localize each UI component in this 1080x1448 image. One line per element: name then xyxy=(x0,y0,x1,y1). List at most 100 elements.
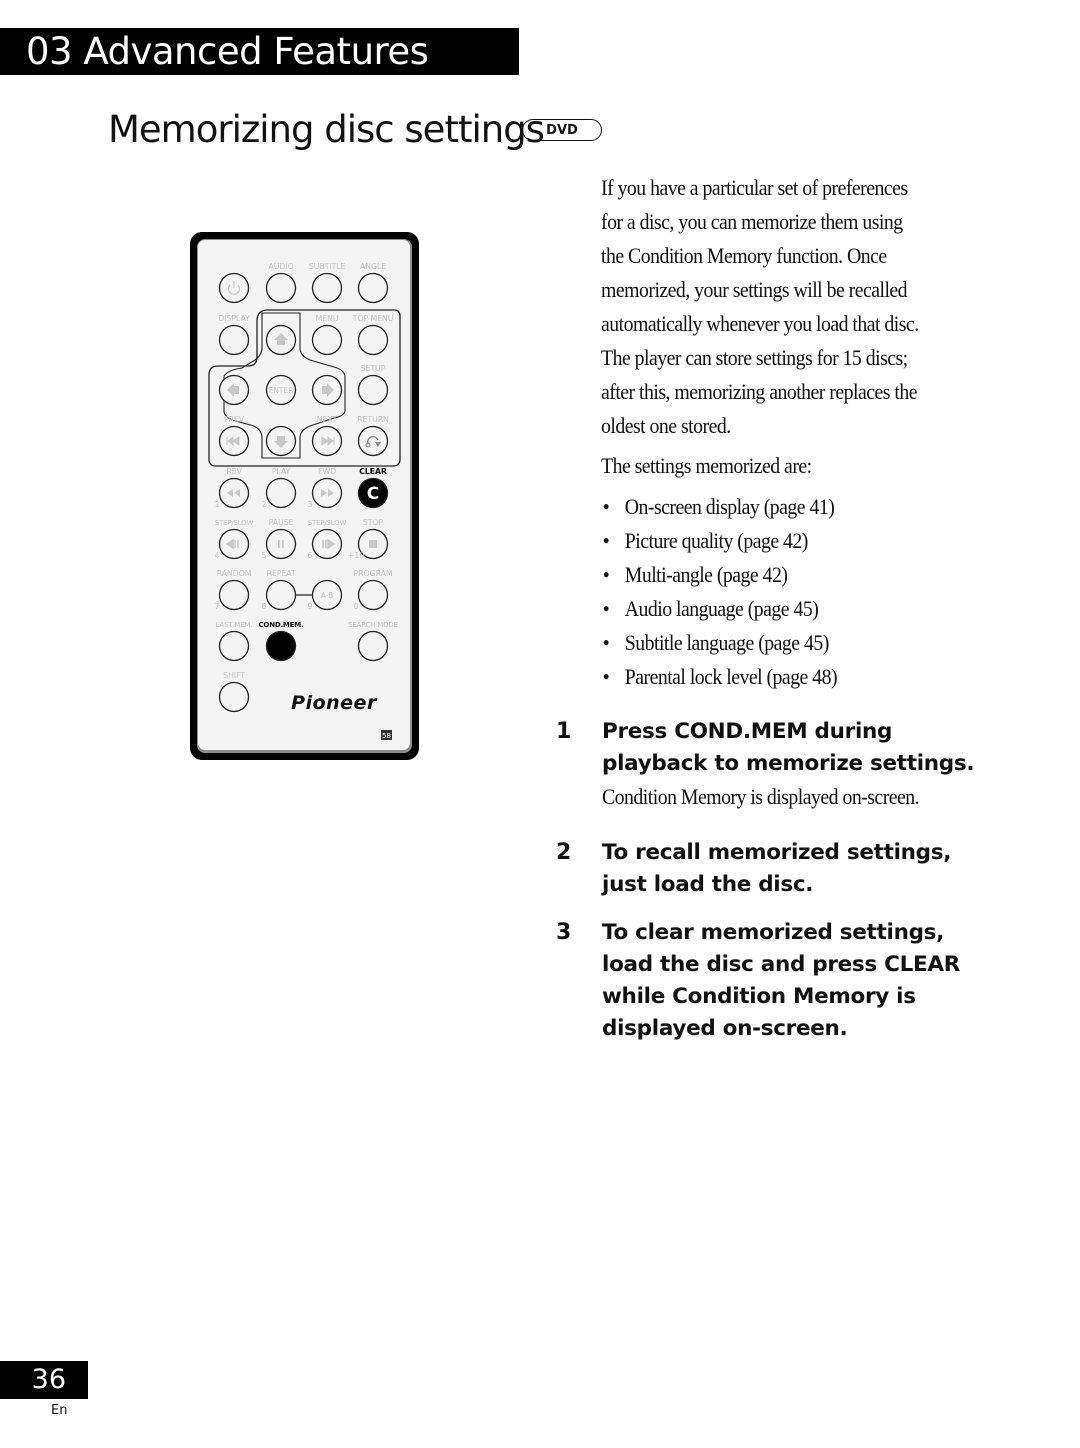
enter-icon: ENTER xyxy=(269,386,294,395)
button-label: REPEAT xyxy=(266,569,295,578)
button-label: PROGRAM xyxy=(353,569,392,578)
chapter-header-bar: 03 Advanced Features xyxy=(0,28,519,75)
remote-button-angle[interactable]: ANGLE xyxy=(357,262,389,304)
intro-line: the Condition Memory function. Once xyxy=(601,243,887,268)
button-label: SETUP xyxy=(361,364,386,373)
button-label: PAUSE xyxy=(269,518,294,527)
button-circle xyxy=(218,324,250,356)
button-label: AUDIO xyxy=(268,262,293,271)
model-code: 58 xyxy=(382,732,391,740)
button-label: NEXT xyxy=(317,415,338,424)
button-circle xyxy=(265,528,297,560)
remote-button-setup[interactable]: SETUP xyxy=(357,364,389,406)
button-label: MENU xyxy=(316,314,339,323)
button-circle xyxy=(265,630,297,662)
button-number: 7 xyxy=(214,602,219,611)
button-circle xyxy=(357,425,389,457)
bullet-icon: • xyxy=(602,562,610,587)
remote-button-return[interactable]: RETURN xyxy=(357,415,389,457)
remote-button-arrow-left-icon[interactable] xyxy=(218,374,250,406)
remote-button-power-icon[interactable] xyxy=(218,272,250,304)
language-code: En xyxy=(51,1403,68,1418)
step-note: Condition Memory is displayed on-screen. xyxy=(602,784,920,809)
settings-list-item: • Audio language (page 45) xyxy=(601,592,837,626)
settings-list-item: • Multi-angle (page 42) xyxy=(601,558,837,592)
button-label: TOP MENU xyxy=(352,314,394,323)
settings-list: • On-screen display (page 41) • Picture qua… xyxy=(601,490,838,694)
button-number: 2 xyxy=(261,500,266,509)
bullet-icon: • xyxy=(602,630,610,655)
button-label: PREV xyxy=(224,415,245,424)
remote-button-display[interactable]: DISPLAY xyxy=(218,314,250,356)
remote-button-arrow-down-icon[interactable] xyxy=(265,425,297,457)
button-label: STEP/SLOW xyxy=(215,519,254,527)
intro-line: oldest one stored. xyxy=(601,413,731,438)
settings-list-item: • Picture quality (page 42) xyxy=(601,524,837,558)
button-label: RANDOM xyxy=(217,569,252,578)
settings-item-text: On-screen display (page 41) xyxy=(624,494,835,519)
button-label: CLEAR xyxy=(359,467,387,476)
stop-icon xyxy=(369,540,377,548)
intro-line: automatically whenever you load that dis… xyxy=(601,311,919,336)
button-label: STEP/SLOW xyxy=(308,519,347,527)
page-title: Memorizing disc settings xyxy=(108,108,545,151)
button-circle xyxy=(218,630,250,662)
pioneer-logo: Pioneer xyxy=(291,692,378,714)
button-circle xyxy=(311,272,343,304)
button-circle xyxy=(357,579,389,611)
step-number: 1 xyxy=(556,719,572,744)
bullet-icon: • xyxy=(602,596,610,621)
step-instruction-line: Press COND.MEM during xyxy=(602,719,893,744)
intro-line: after this, memorizing another replaces … xyxy=(601,379,917,404)
button-label: RETURN xyxy=(357,415,389,424)
button-circle xyxy=(357,272,389,304)
button-circle xyxy=(218,579,250,611)
step-instruction-line: To clear memorized settings, xyxy=(602,920,945,945)
button-circle xyxy=(218,528,250,560)
button-number: 6 xyxy=(307,551,312,560)
button-number: 5 xyxy=(261,551,266,560)
page-number: 36 xyxy=(31,1364,66,1395)
bullet-icon: • xyxy=(602,494,610,519)
settings-item-text: Picture quality (page 42) xyxy=(624,528,809,553)
intro-line: If you have a particular set of preferen… xyxy=(601,175,908,200)
settings-intro: The settings memorized are: xyxy=(601,453,812,478)
bullet-icon: • xyxy=(602,664,610,689)
button-circle xyxy=(218,681,250,713)
remote-button-arrow-right-icon[interactable] xyxy=(311,374,343,406)
remote-control-illustration: AUDIO SUBTITLE ANGLE DISPLAY MENU TOP MENU ENT… xyxy=(188,230,421,762)
step-instruction-line: To recall memorized settings, xyxy=(602,840,952,865)
remote-button-next[interactable]: NEXT xyxy=(311,415,343,457)
settings-item-text: Multi-angle (page 42) xyxy=(624,562,788,587)
settings-item-text: Audio language (page 45) xyxy=(624,596,819,621)
remote-button-arrow-up-icon[interactable] xyxy=(265,324,297,356)
remote-button-audio[interactable]: AUDIO xyxy=(265,262,297,304)
remote-button-clear[interactable]: CLEAR C xyxy=(357,467,389,509)
button-label: ANGLE xyxy=(360,262,386,271)
remote-control-drawing: AUDIO SUBTITLE ANGLE DISPLAY MENU TOP MENU ENT… xyxy=(190,232,419,760)
button-label: SHIFT xyxy=(223,671,245,680)
remote-button-enter[interactable]: ENTER xyxy=(265,374,297,406)
button-circle xyxy=(265,579,297,611)
chapter-title: 03 Advanced Features xyxy=(26,30,429,73)
button-number: 3 xyxy=(307,500,312,509)
button-label: SEARCH MODE xyxy=(348,621,398,629)
settings-list-item: • On-screen display (page 41) xyxy=(601,490,837,524)
remote-button-menu[interactable]: MENU xyxy=(311,314,343,356)
step-instruction-line: while Condition Memory is xyxy=(602,984,916,1009)
button-number: 0 xyxy=(353,602,358,611)
button-number: 8 xyxy=(261,602,266,611)
button-number: +10 xyxy=(348,551,365,560)
button-label: LAST MEM. xyxy=(216,621,253,629)
settings-item-text: Subtitle language (page 45) xyxy=(624,630,830,655)
button-label: REV xyxy=(226,467,242,476)
button-number: 9 xyxy=(307,602,312,611)
button-circle xyxy=(265,477,297,509)
button-inner-label: A-B xyxy=(321,591,334,600)
button-label: FWD xyxy=(318,467,336,476)
button-circle xyxy=(357,324,389,356)
button-label: DISPLAY xyxy=(218,314,250,323)
remote-button-shift[interactable]: SHIFT xyxy=(218,671,250,713)
button-circle xyxy=(357,374,389,406)
button-label: PLAY xyxy=(272,467,291,476)
